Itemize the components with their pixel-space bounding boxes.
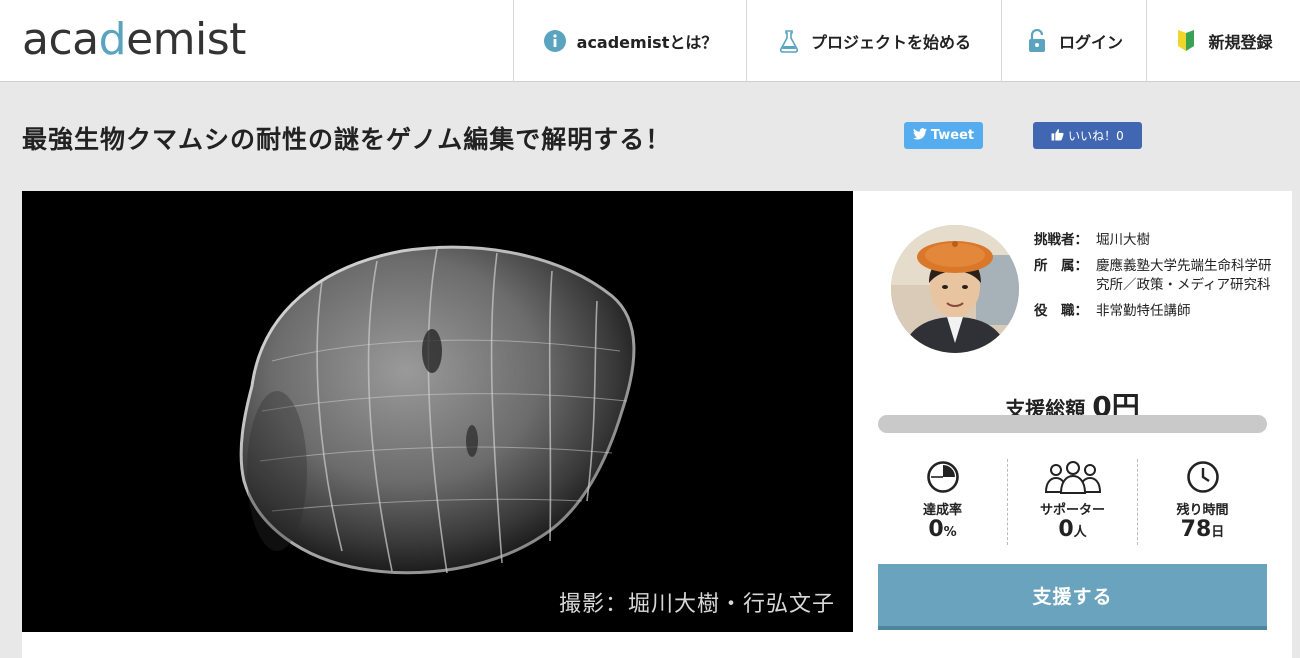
- support-button[interactable]: 支援する: [878, 564, 1267, 630]
- info-key: 役 職：: [1034, 303, 1088, 319]
- nav-register-label: 新規登録: [1208, 33, 1273, 52]
- project-stats: 達成率 0% サポーター 0人 残り時間 78日: [878, 459, 1267, 545]
- project-hero-image: 撮影：堀川大樹・行弘文子: [22, 191, 853, 632]
- info-icon: [543, 29, 567, 53]
- stat-unit: 人: [1073, 525, 1087, 540]
- nav-register[interactable]: 新規登録: [1146, 0, 1300, 82]
- twitter-bird-icon: [912, 127, 927, 144]
- project-title: 最強生物クマムシの耐性の謎をゲノム編集で解明する！: [22, 125, 672, 154]
- stat-time-remaining: 残り時間 78日: [1138, 459, 1267, 545]
- stat-label: サポーター: [1039, 503, 1105, 518]
- thumbs-up-icon: [1051, 128, 1064, 144]
- project-summary-panel: 挑戦者： 堀川大樹 所 属： 慶應義塾大学先端生命科学研究所／政策・メディア研究…: [853, 191, 1292, 632]
- lock-icon: [1025, 29, 1049, 53]
- nav-start-project-label: プロジェクトを始める: [810, 33, 971, 52]
- academist-logo[interactable]: academist: [22, 14, 246, 65]
- like-label: いいね！0: [1068, 129, 1124, 143]
- funding-progress-bar: [878, 415, 1267, 433]
- info-row-position: 役 職： 非常勤特任講師: [1034, 302, 1284, 321]
- info-key: 挑戦者：: [1034, 232, 1088, 248]
- content-area: [22, 632, 1292, 658]
- photo-credit: 撮影：堀川大樹・行弘文子: [558, 592, 835, 617]
- tweet-label: Tweet: [930, 128, 975, 143]
- pie-chart-icon: [926, 459, 960, 495]
- flask-icon: [777, 29, 801, 53]
- stat-value: 0: [1058, 517, 1074, 542]
- stat-value: 78: [1180, 517, 1212, 542]
- clock-icon: [1186, 459, 1220, 495]
- stat-label: 残り時間: [1176, 503, 1229, 518]
- tweet-button[interactable]: Tweet: [904, 122, 983, 149]
- researcher-avatar: [891, 225, 1019, 353]
- tardigrade-photo: [22, 191, 853, 632]
- supporters-icon: [1042, 459, 1104, 495]
- researcher-info: 挑戦者： 堀川大樹 所 属： 慶應義塾大学先端生命科学研究所／政策・メディア研究…: [1034, 231, 1284, 328]
- nav-login[interactable]: ログイン: [1001, 0, 1146, 82]
- info-row-challenger: 挑戦者： 堀川大樹: [1034, 231, 1284, 250]
- stat-achievement-rate: 達成率 0%: [878, 459, 1008, 545]
- nav-about-label: academistとは？: [576, 33, 718, 52]
- nav-start-project[interactable]: プロジェクトを始める: [746, 0, 1001, 82]
- stat-supporters: サポーター 0人: [1008, 459, 1138, 545]
- facebook-like-button[interactable]: いいね！0: [1033, 122, 1142, 149]
- info-value: 慶應義塾大学先端生命科学研究所／政策・メディア研究科: [1096, 258, 1272, 293]
- info-value: 非常勤特任講師: [1096, 303, 1191, 319]
- nav-login-label: ログイン: [1058, 33, 1123, 52]
- info-key: 所 属：: [1034, 258, 1088, 274]
- info-row-affiliation: 所 属： 慶應義塾大学先端生命科学研究所／政策・メディア研究科: [1034, 257, 1284, 295]
- stat-unit: %: [943, 525, 957, 540]
- stat-value: 0: [928, 517, 944, 542]
- info-value: 堀川大樹: [1096, 232, 1150, 248]
- beginner-mark-icon: [1174, 29, 1198, 53]
- nav-about[interactable]: academistとは？: [513, 0, 746, 82]
- top-nav: academistとは？ プロジェクトを始める ログイン 新規登録: [513, 0, 1300, 82]
- site-header: academist academistとは？ プロジェクトを始める ログイン 新…: [0, 0, 1300, 82]
- stat-label: 達成率: [922, 503, 962, 518]
- stat-unit: 日: [1211, 525, 1225, 540]
